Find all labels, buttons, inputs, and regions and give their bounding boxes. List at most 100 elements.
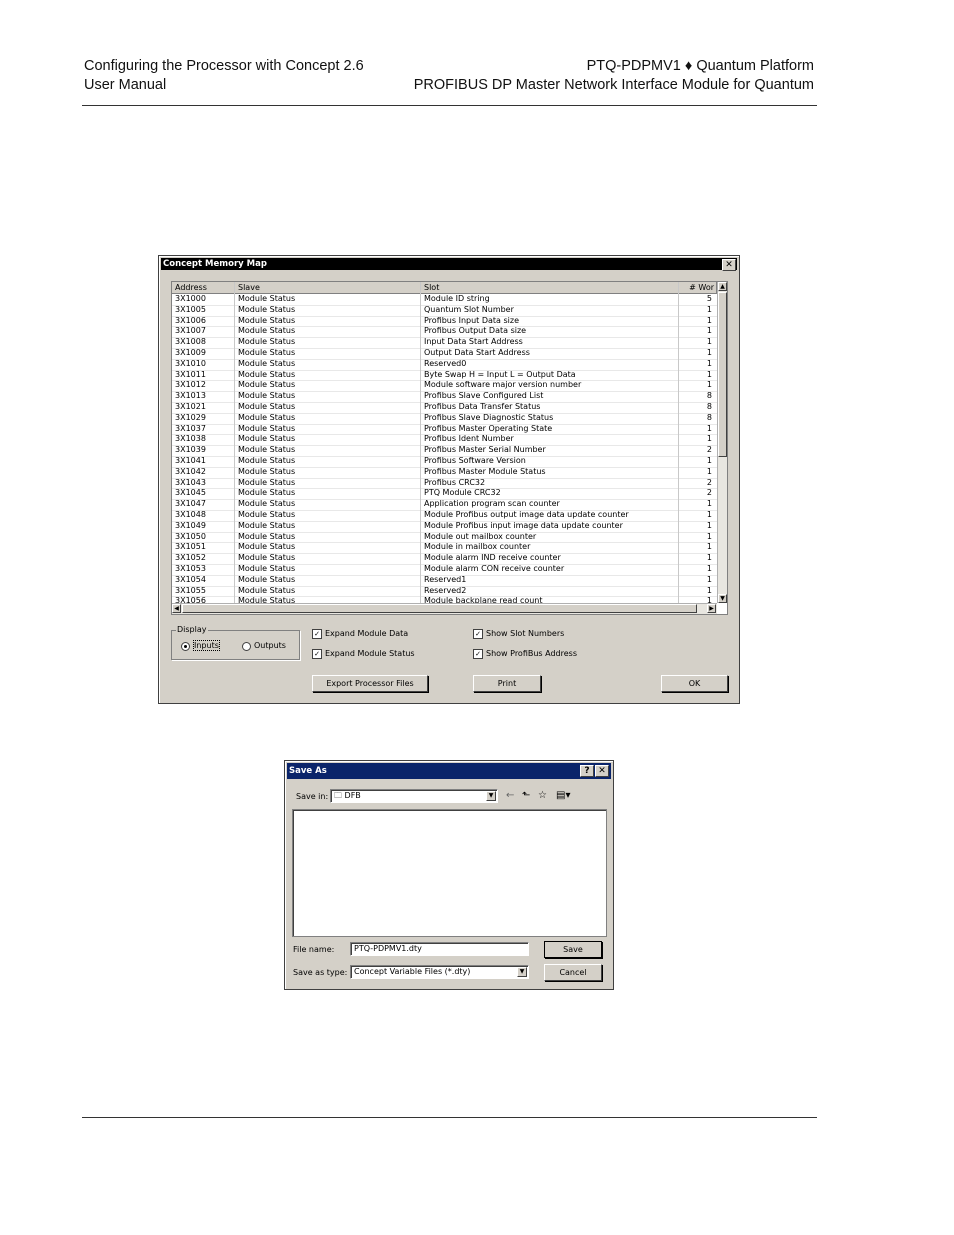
header-doc-type: User Manual <box>84 77 167 93</box>
cell-words: 1 <box>706 456 712 465</box>
cell-words: 1 <box>706 315 712 325</box>
cell-slave: Module Status <box>238 369 296 379</box>
chevron-down-icon[interactable]: ▼ <box>486 791 496 801</box>
save-as-dialog: Save As ? ✕ Save in: 🗀 DFB ▼ ← ⬑ ☆ ▤▾ Fi… <box>284 760 614 990</box>
cell-slot: Profibus Master Operating State <box>424 423 553 433</box>
cell-address: 3X1005 <box>175 304 206 314</box>
column-slot[interactable]: Slot <box>421 282 679 293</box>
cell-address: 3X1021 <box>175 402 206 411</box>
checkbox-expand-module-status[interactable]: Expand Module Status <box>312 649 415 659</box>
column-address[interactable]: Address <box>172 282 235 293</box>
cell-words: 1 <box>706 520 712 530</box>
cell-slave: Module Status <box>238 434 296 444</box>
new-folder-icon[interactable]: ☆ <box>538 790 547 801</box>
cell-address: 3X1010 <box>175 358 206 368</box>
close-icon[interactable]: ✕ <box>595 765 609 777</box>
scroll-up-icon[interactable]: ▲ <box>718 282 727 291</box>
cell-words: 1 <box>706 585 712 595</box>
cell-words: 1 <box>706 380 712 390</box>
cell-slot: Module Profibus input image data update … <box>424 520 623 530</box>
cell-slot: Profibus Ident Number <box>424 434 514 444</box>
cell-words: 1 <box>706 304 712 314</box>
cell-slave: Module Status <box>238 564 296 573</box>
cell-slave: Module Status <box>238 488 296 498</box>
scroll-right-icon[interactable]: ▶ <box>707 604 716 613</box>
cell-address: 3X1039 <box>175 445 206 455</box>
horizontal-scroll-thumb[interactable] <box>182 604 697 613</box>
cell-slave: Module Status <box>238 294 296 303</box>
scroll-down-icon[interactable]: ▼ <box>718 594 727 603</box>
cell-address: 3X1055 <box>175 585 206 595</box>
horizontal-scrollbar[interactable]: ◀ ▶ <box>172 603 717 614</box>
cell-words: 1 <box>706 574 712 584</box>
column-words[interactable]: # Wor <box>679 282 717 293</box>
radio-outputs[interactable]: Outputs <box>242 641 286 651</box>
cell-slave: Module Status <box>238 531 296 541</box>
help-icon[interactable]: ? <box>580 765 594 777</box>
cell-words: 8 <box>706 412 712 422</box>
cell-words: 1 <box>706 466 712 476</box>
cell-words: 1 <box>706 499 712 509</box>
scroll-left-icon[interactable]: ◀ <box>172 604 181 613</box>
file-list[interactable] <box>292 809 607 937</box>
cell-address: 3X1011 <box>175 369 206 379</box>
display-group-label: Display <box>176 625 208 634</box>
cell-slot: Module alarm IND receive counter <box>424 553 561 563</box>
cell-slot: Module software major version number <box>424 380 582 390</box>
print-button[interactable]: Print <box>473 675 541 692</box>
cell-slot: Module Profibus output image data update… <box>424 510 629 519</box>
cell-address: 3X1045 <box>175 488 206 498</box>
vertical-scroll-thumb[interactable] <box>718 292 727 457</box>
export-processor-files-button[interactable]: Export Processor Files <box>312 675 428 692</box>
cell-words: 1 <box>706 423 712 433</box>
back-icon[interactable]: ← <box>506 790 514 801</box>
cell-words: 1 <box>706 337 712 347</box>
column-divider <box>420 282 421 603</box>
checkbox-expand-module-data[interactable]: Expand Module Data <box>312 629 408 639</box>
cell-words: 1 <box>706 358 712 368</box>
ok-button[interactable]: OK <box>661 675 728 692</box>
cell-slot: Profibus Master Module Status <box>424 466 546 476</box>
cell-slot: Profibus Output Data size <box>424 326 527 336</box>
cell-slave: Module Status <box>238 477 296 487</box>
save-button[interactable]: Save <box>544 941 602 958</box>
cell-words: 1 <box>706 348 712 357</box>
save-in-select[interactable]: 🗀 DFB ▼ <box>330 789 498 803</box>
view-menu-icon[interactable]: ▤▾ <box>556 790 570 801</box>
column-slave[interactable]: Slave <box>235 282 421 293</box>
cell-address: 3X1043 <box>175 477 206 487</box>
cell-words: 2 <box>706 445 712 455</box>
file-name-input[interactable]: PTQ-PDPMV1.dty <box>350 942 529 956</box>
cell-words: 1 <box>706 326 712 336</box>
up-folder-icon[interactable]: ⬑ <box>522 790 530 801</box>
cell-words: 1 <box>706 510 712 519</box>
memory-map-title: Concept Memory Map <box>163 259 267 269</box>
cell-words: 1 <box>706 434 712 444</box>
cell-slave: Module Status <box>238 412 296 422</box>
cell-slot: Module ID string <box>424 294 490 303</box>
cell-slave: Module Status <box>238 466 296 476</box>
cell-slot: Module in mailbox counter <box>424 542 531 552</box>
chevron-down-icon[interactable]: ▼ <box>517 967 527 977</box>
radio-inputs[interactable]: Inputs <box>181 640 220 651</box>
cell-address: 3X1009 <box>175 348 206 357</box>
cell-words: 1 <box>706 542 712 552</box>
checkbox-show-slot-numbers[interactable]: Show Slot Numbers <box>473 629 564 639</box>
footer-rule <box>82 1117 817 1118</box>
checkbox-show-profibus-address[interactable]: Show ProfiBus Address <box>473 649 577 659</box>
vertical-scrollbar[interactable]: ▲ ▼ <box>717 282 727 603</box>
cell-address: 3X1048 <box>175 510 206 519</box>
cell-address: 3X1047 <box>175 499 206 509</box>
cell-slot: Profibus Input Data size <box>424 315 520 325</box>
save-type-select[interactable]: Concept Variable Files (*.dty) ▼ <box>350 965 529 979</box>
cell-address: 3X1000 <box>175 294 206 303</box>
cell-slot: Reserved2 <box>424 585 467 595</box>
cell-address: 3X1038 <box>175 434 206 444</box>
cell-address: 3X1012 <box>175 380 206 390</box>
cell-slot: Module alarm CON receive counter <box>424 564 565 573</box>
cancel-button[interactable]: Cancel <box>544 964 602 981</box>
cell-slot: Input Data Start Address <box>424 337 523 347</box>
save-as-title: Save As <box>289 766 327 776</box>
cell-address: 3X1053 <box>175 564 206 573</box>
close-icon[interactable]: ✕ <box>722 259 736 271</box>
